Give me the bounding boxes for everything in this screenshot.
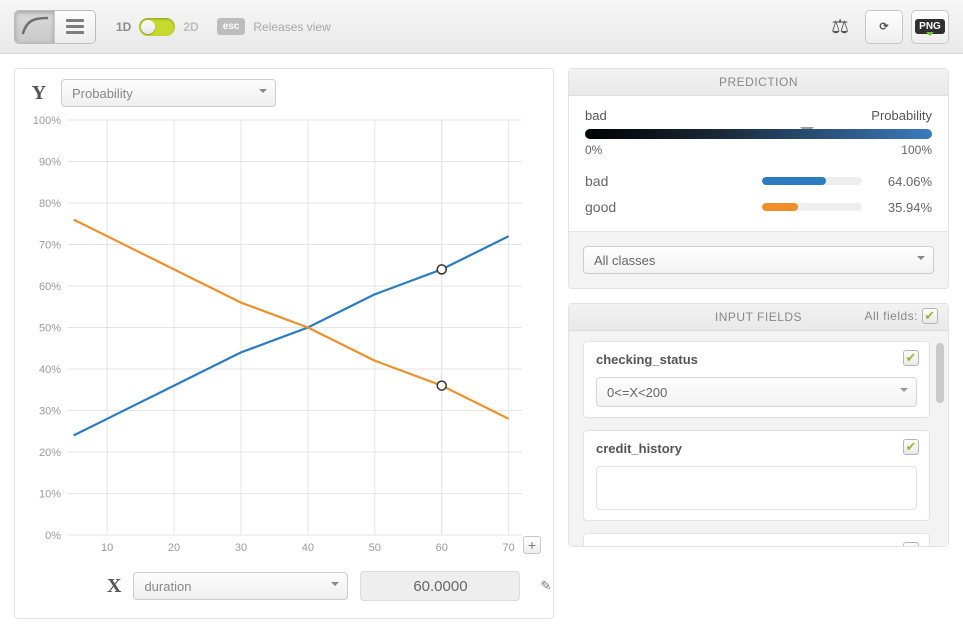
balance-button[interactable]: ⚖: [831, 14, 849, 39]
svg-text:80%: 80%: [39, 198, 61, 210]
svg-text:60: 60: [436, 542, 448, 554]
esc-key-hint: esc: [217, 18, 246, 35]
prediction-y-label: Probability: [871, 108, 932, 123]
edit-x-value-button[interactable]: ✎: [540, 578, 551, 594]
svg-text:70: 70: [502, 542, 514, 554]
svg-text:10%: 10%: [39, 489, 61, 501]
prediction-class-label: bad: [585, 108, 607, 123]
chart-panel: Y Probability 0% 10% 20% 30% 40% 50% 60% 70% 80%…: [14, 68, 554, 619]
prediction-scale-max: 100%: [901, 143, 932, 157]
dim-2d-label: 2D: [183, 20, 198, 34]
field-name: checking_status: [596, 352, 917, 367]
refresh-icon: ⟳: [879, 20, 888, 33]
field-value-select[interactable]: 0<=X<200: [596, 377, 917, 407]
all-fields-toggle: All fields: ✔: [864, 308, 938, 324]
class-pct: 64.06%: [872, 174, 932, 189]
dim-1d-label: 1D: [116, 20, 131, 34]
field-checkbox[interactable]: ✔: [903, 350, 919, 366]
svg-text:40: 40: [302, 542, 314, 554]
pencil-icon: ✎: [540, 578, 551, 593]
export-png-button[interactable]: PNG: [911, 10, 949, 44]
releases-view-label: Releases view: [253, 20, 330, 34]
all-fields-checkbox[interactable]: ✔: [922, 308, 938, 324]
prediction-gradient-bar: [585, 129, 932, 139]
input-fields-scroll: checking_status✔0<=X<200credit_history✔p…: [569, 331, 948, 546]
svg-text:50: 50: [369, 542, 381, 554]
svg-text:50%: 50%: [39, 323, 61, 335]
scrollbar-thumb[interactable]: [936, 343, 944, 403]
refresh-button[interactable]: ⟳: [865, 10, 903, 44]
input-fields-title: INPUT FIELDS: [715, 310, 802, 324]
svg-text:100%: 100%: [33, 115, 61, 127]
y-axis-letter: Y: [27, 82, 51, 105]
field-card-credit_history: credit_history✔: [583, 430, 930, 521]
png-icon: PNG: [915, 19, 945, 34]
view-mode-toggle: [14, 10, 96, 44]
x-field-value: duration: [144, 579, 191, 594]
y-field-select[interactable]: Probability: [61, 79, 276, 107]
dimension-switch: 1D 2D: [116, 18, 199, 36]
dimension-toggle[interactable]: [139, 18, 175, 36]
svg-text:30: 30: [235, 542, 247, 554]
svg-text:60%: 60%: [39, 281, 61, 293]
svg-text:40%: 40%: [39, 364, 61, 376]
class-filter-value: All classes: [594, 253, 655, 268]
y-field-value: Probability: [72, 86, 133, 101]
svg-text:90%: 90%: [39, 157, 61, 169]
class-bar: [762, 177, 862, 185]
svg-text:20: 20: [168, 542, 180, 554]
class-name: good: [585, 199, 752, 215]
prediction-scale-min: 0%: [585, 143, 602, 157]
x-field-select[interactable]: duration: [133, 572, 348, 600]
field-name: credit_history: [596, 441, 917, 456]
prediction-panel: PREDICTION bad Probability 0% 100% bad 64…: [568, 68, 949, 289]
x-value-box: 60.0000: [360, 571, 520, 601]
field-card-checking_status: checking_status✔ 0<=X<200: [583, 341, 930, 418]
class-bar: [762, 203, 862, 211]
class-row-good: good 35.94%: [585, 199, 932, 215]
svg-text:20%: 20%: [39, 447, 61, 459]
field-checkbox[interactable]: ✔: [903, 542, 919, 546]
svg-text:0%: 0%: [45, 530, 61, 542]
add-axis-button[interactable]: +: [523, 536, 541, 554]
all-fields-label: All fields:: [864, 309, 918, 323]
x-value-text: 60.0000: [413, 578, 467, 595]
curve-icon: [21, 15, 49, 38]
list-view-button[interactable]: [55, 11, 95, 43]
field-card-purpose: purpose✔: [583, 533, 930, 546]
class-name: bad: [585, 173, 752, 189]
list-icon: [66, 19, 84, 34]
field-name: purpose: [596, 544, 917, 546]
prediction-header: PREDICTION: [569, 69, 948, 96]
partial-dependence-chart: 0% 10% 20% 30% 40% 50% 60% 70% 80% 90% 100% 10 20 30 4…: [27, 115, 532, 560]
field-checkbox[interactable]: ✔: [903, 439, 919, 455]
field-value: 0<=X<200: [607, 385, 667, 400]
svg-text:70%: 70%: [39, 240, 61, 252]
x-axis-letter: X: [107, 575, 121, 598]
field-value-empty[interactable]: [596, 466, 917, 510]
input-fields-panel: INPUT FIELDS All fields: ✔ checking_stat…: [568, 303, 949, 547]
input-fields-header: INPUT FIELDS All fields: ✔: [569, 304, 948, 331]
balance-icon: ⚖: [831, 16, 849, 38]
class-pct: 35.94%: [872, 200, 932, 215]
svg-text:10: 10: [101, 542, 113, 554]
class-row-bad: bad 64.06%: [585, 173, 932, 189]
class-filter-select[interactable]: All classes: [583, 246, 934, 274]
svg-text:30%: 30%: [39, 406, 61, 418]
top-toolbar: 1D 2D esc Releases view ⚖ ⟳ PNG: [0, 0, 963, 54]
chart-view-button[interactable]: [15, 11, 55, 43]
